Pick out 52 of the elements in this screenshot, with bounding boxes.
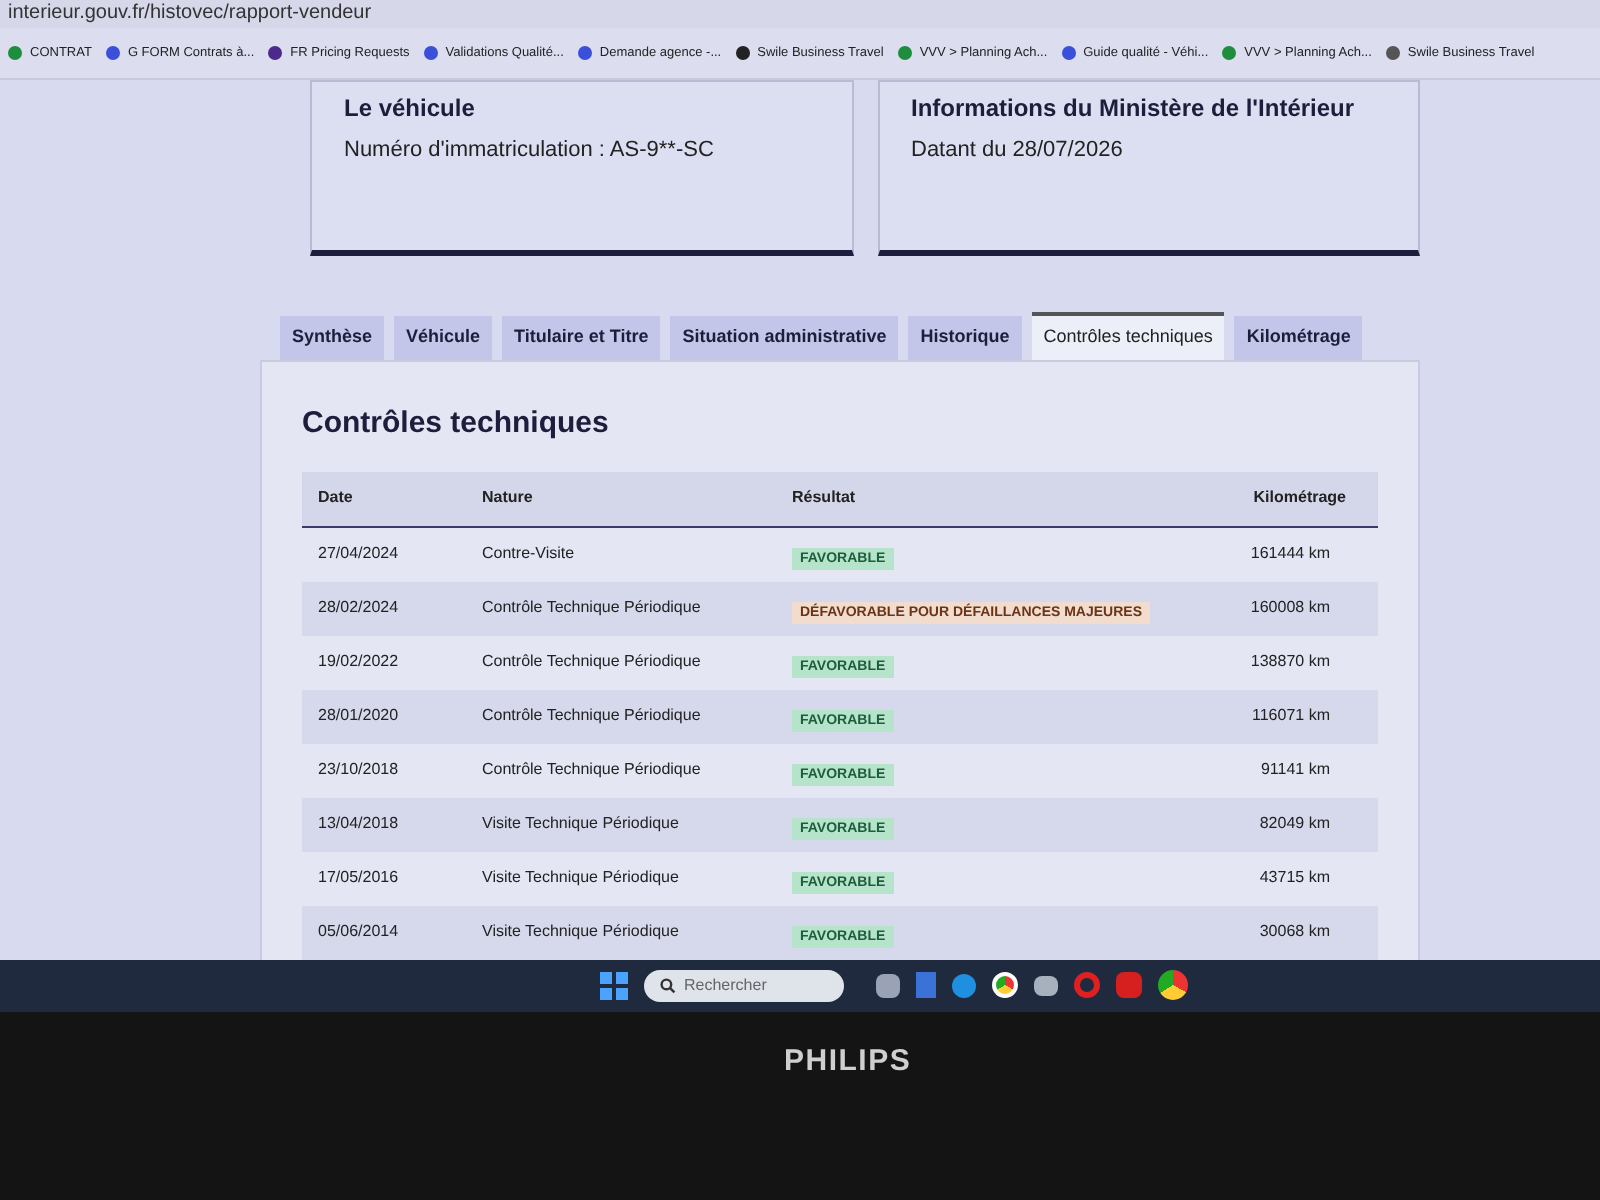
table-cell-text: Contre-Visite [482,542,577,566]
tab[interactable]: Synthèse [280,316,385,360]
table-cell-text: 28/02/2024 [318,596,401,620]
monitor-brand-logo: PHILIPS [784,1041,912,1081]
column-header: Résultat [792,486,858,510]
card-title: Informations du Ministère de l'Intérieur [911,92,1357,126]
card-text: Datant du 28/07/2026 [911,136,1125,166]
tab[interactable]: Véhicule [394,316,493,360]
search-icon [660,977,676,993]
table-cell-text: Contrôle Technique Périodique [482,650,703,674]
app-icon[interactable] [952,973,976,997]
table-cell-text: 82049 km [1257,812,1332,836]
browser-icon[interactable] [1158,970,1188,1000]
card-title: Le véhicule [344,92,477,126]
column-header: Date [318,486,355,510]
table-cell-text: 27/04/2024 [318,542,401,566]
tab[interactable]: Titulaire et Titre [502,316,661,360]
card-text: Numéro d'immatriculation : AS-9**-SC [344,136,716,166]
table-cell-text: 13/04/2018 [318,812,401,836]
tab[interactable]: Contrôles techniques [1031,312,1225,360]
table-cell-text: 161444 km [1248,542,1332,566]
tab[interactable]: Kilométrage [1234,316,1363,360]
tab[interactable]: Situation administrative [670,316,899,360]
table-cell-text: 23/10/2018 [318,758,401,782]
column-header: Kilométrage [1251,486,1348,510]
table-cell-text: 28/01/2020 [318,704,401,728]
windows-icon[interactable] [600,971,628,999]
table-cell-text: 138870 km [1248,650,1332,674]
app-icon[interactable] [1034,975,1058,995]
table-cell-text: 43715 km [1257,866,1332,890]
table-cell-text: Visite Technique Périodique [482,812,681,836]
taskbar-search-field[interactable]: Rechercher [644,969,844,1001]
table-cell-text: 160008 km [1248,596,1332,620]
column-header: Nature [482,486,535,510]
table-cell-text: 05/06/2014 [318,920,401,944]
tab[interactable]: Historique [908,316,1022,360]
table-cell-text: Visite Technique Périodique [482,920,681,944]
ring-icon[interactable] [1074,972,1100,998]
section-title: Contrôles techniques [302,404,611,444]
table-cell-text: Contrôle Technique Périodique [482,596,703,620]
app-icon[interactable] [876,973,900,997]
app-icon[interactable] [1116,972,1142,998]
table-cell-text: 91141 km [1258,758,1332,782]
table-cell-text: Contrôle Technique Périodique [482,758,703,782]
table-cell-text: Contrôle Technique Périodique [482,704,703,728]
address-url[interactable]: interieur.gouv.fr/histovec/rapport-vendeur [8,4,372,24]
table-cell-text: 19/02/2022 [318,650,401,674]
browser-icon[interactable] [992,972,1018,998]
table-cell-text: 116071 km [1250,704,1332,728]
table-cell-text: 17/05/2016 [318,866,401,890]
table-cell-text: 30068 km [1257,920,1332,944]
table-cell-text: Visite Technique Périodique [482,866,681,890]
